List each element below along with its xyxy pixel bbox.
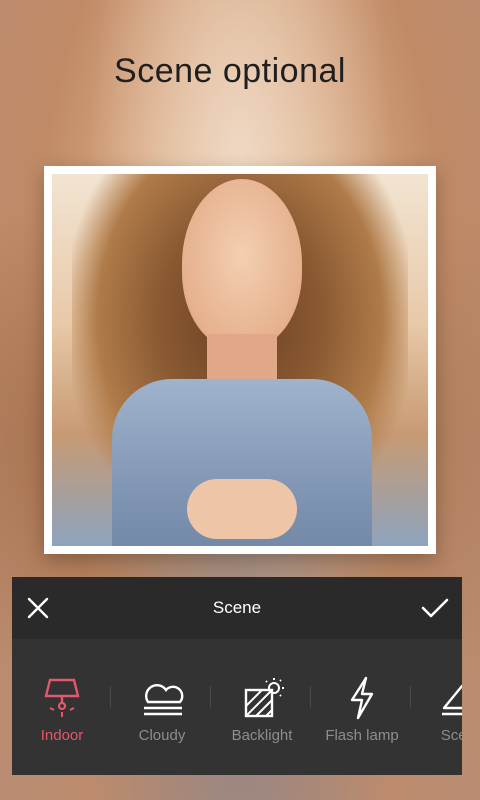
flash-icon xyxy=(350,676,374,720)
tool-scene[interactable]: Scene xyxy=(412,639,462,775)
check-icon[interactable] xyxy=(420,596,450,620)
tool-label: Flash lamp xyxy=(325,727,399,744)
scene-panel: Scene Indoor Cloudy Backlight Flash lamp… xyxy=(12,577,462,775)
headline: Scene optional xyxy=(114,52,346,90)
tool-indoor[interactable]: Indoor xyxy=(12,639,108,775)
backlight-icon xyxy=(244,678,284,718)
tool-label: Indoor xyxy=(40,727,84,744)
divider xyxy=(310,686,311,708)
close-icon[interactable] xyxy=(26,596,50,620)
photo-preview[interactable] xyxy=(52,174,428,546)
mountain-icon xyxy=(442,684,462,716)
hands xyxy=(187,479,297,539)
divider xyxy=(110,686,111,708)
divider xyxy=(210,686,211,708)
tool-label: Scene xyxy=(440,727,462,744)
tool-cloudy[interactable]: Cloudy xyxy=(112,639,208,775)
cloud-icon xyxy=(144,683,184,716)
divider xyxy=(410,686,411,708)
lamp-icon xyxy=(44,678,80,717)
tool-label: Cloudy xyxy=(138,727,186,744)
tool-backlight[interactable]: Backlight xyxy=(212,639,308,775)
tool-label: Backlight xyxy=(231,727,293,744)
face xyxy=(182,179,302,349)
panel-title: Scene xyxy=(212,598,262,617)
scene-tools: Indoor Cloudy Backlight Flash lamp Sc xyxy=(12,639,462,775)
photo-frame xyxy=(44,166,436,554)
panel-header: Scene xyxy=(12,577,462,639)
tool-flash-lamp[interactable]: Flash lamp xyxy=(312,639,408,775)
